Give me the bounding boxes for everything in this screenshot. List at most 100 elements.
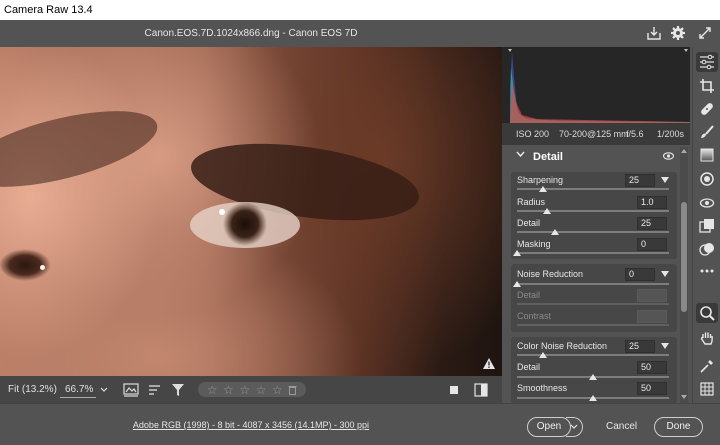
- noise-detail-value: [637, 289, 667, 302]
- star-icon[interactable]: ☆: [207, 384, 218, 396]
- panel-scrollbar[interactable]: [680, 147, 688, 403]
- sharpening-slider-thumb[interactable]: [539, 186, 547, 192]
- star-icon[interactable]: ☆: [239, 384, 250, 396]
- noise-detail-label: Detail: [517, 290, 541, 300]
- masking-slider-thumb[interactable]: [513, 250, 521, 256]
- trash-icon[interactable]: [288, 385, 297, 395]
- shutter-value: 1/200s: [657, 129, 685, 139]
- edit-icon[interactable]: [696, 52, 718, 72]
- save-icon[interactable]: [646, 25, 662, 41]
- color-detail-slider-thumb[interactable]: [589, 374, 597, 380]
- sort-icon[interactable]: [148, 384, 162, 396]
- hand-icon[interactable]: [699, 330, 715, 346]
- eye-highlight: [219, 209, 225, 215]
- window-title: Camera Raw 13.4: [4, 4, 93, 16]
- histogram: [502, 47, 690, 123]
- sharpening-label: Sharpening: [517, 175, 564, 185]
- open-options-dropdown[interactable]: [566, 417, 583, 437]
- single-view-icon[interactable]: [449, 385, 459, 395]
- done-button[interactable]: Done: [654, 417, 703, 437]
- noise-detail-slider: [517, 303, 669, 305]
- window-title-bar: Camera Raw 13.4: [0, 0, 720, 20]
- star-icon[interactable]: ☆: [223, 384, 234, 396]
- rating-stars[interactable]: ☆ ☆ ☆ ☆ ☆: [198, 382, 306, 397]
- right-eye: [190, 202, 300, 248]
- sharpening-value[interactable]: 25: [625, 174, 655, 187]
- lens-value: 70-200@125 mm: [559, 129, 629, 139]
- aperture-value: f/5.6: [626, 129, 644, 139]
- warning-icon[interactable]: [482, 357, 496, 370]
- noise-reduction-slider[interactable]: [517, 283, 669, 285]
- color-noise-reduction-dropdown-icon[interactable]: [661, 343, 669, 349]
- color-noise-reduction-value[interactable]: 25: [625, 340, 655, 353]
- brush-icon[interactable]: [699, 124, 715, 140]
- color-noise-reduction-label: Color Noise Reduction: [517, 341, 608, 351]
- zoom-level-select[interactable]: 66.7%: [65, 376, 93, 403]
- star-icon[interactable]: ☆: [272, 384, 283, 396]
- visibility-eye-icon[interactable]: [663, 152, 674, 160]
- zoom-icon[interactable]: [696, 303, 718, 323]
- sharpening-detail-slider[interactable]: [517, 231, 669, 233]
- before-after-icon[interactable]: [474, 383, 488, 397]
- masking-label: Masking: [517, 239, 551, 249]
- color-sampler-icon[interactable]: [699, 358, 715, 374]
- image-toolbar: Fit (13.2%) 66.7% ☆ ☆ ☆ ☆ ☆: [0, 376, 502, 403]
- healing-icon[interactable]: [699, 101, 715, 117]
- radius-slider[interactable]: [517, 210, 669, 212]
- scrollbar-thumb[interactable]: [681, 202, 687, 312]
- iso-value: ISO 200: [516, 129, 550, 139]
- red-eye-icon[interactable]: [699, 195, 715, 211]
- star-icon[interactable]: ☆: [256, 384, 267, 396]
- zoom-underline: [60, 397, 96, 398]
- sharpening-detail-label: Detail: [517, 218, 541, 228]
- sharpening-detail-slider-thumb[interactable]: [551, 229, 559, 235]
- fullscreen-icon[interactable]: [697, 25, 713, 41]
- grid-icon[interactable]: [699, 381, 715, 397]
- snapshots-icon[interactable]: [699, 218, 715, 234]
- color-noise-reduction-slider-thumb[interactable]: [539, 352, 547, 358]
- open-button[interactable]: Open: [527, 417, 571, 437]
- radius-value[interactable]: 1.0: [637, 196, 667, 209]
- left-eye-highlight: [40, 265, 45, 270]
- footer-bar: Adobe RGB (1998) - 8 bit - 4087 x 3456 (…: [0, 403, 720, 445]
- color-detail-value[interactable]: 50: [637, 361, 667, 374]
- noise-reduction-slider-thumb[interactable]: [513, 281, 521, 287]
- chevron-down-icon[interactable]: [100, 387, 108, 393]
- radial-filter-icon[interactable]: [699, 171, 715, 187]
- workflow-options-link[interactable]: Adobe RGB (1998) - 8 bit - 4087 x 3456 (…: [133, 420, 369, 430]
- detail-section-title: Detail: [533, 151, 563, 163]
- masking-value[interactable]: 0: [637, 238, 667, 251]
- left-eye: [0, 247, 60, 282]
- noise-reduction-value[interactable]: 0: [625, 268, 655, 281]
- presets-icon[interactable]: [699, 241, 715, 257]
- sharpening-dropdown-icon[interactable]: [661, 177, 669, 183]
- sharpening-detail-value[interactable]: 25: [637, 217, 667, 230]
- smoothness-label: Smoothness: [517, 383, 568, 393]
- workflow-options: Adobe RGB (1998) - 8 bit - 4087 x 3456 (…: [0, 420, 502, 430]
- cancel-button[interactable]: Cancel: [606, 417, 637, 437]
- smoothness-slider-thumb[interactable]: [589, 395, 597, 401]
- smoothness-value[interactable]: 50: [637, 382, 667, 395]
- header-bar: Canon.EOS.7D.1024x866.dng - Canon EOS 7D: [0, 20, 720, 47]
- noise-contrast-slider: [517, 324, 669, 326]
- more-icon[interactable]: [699, 263, 715, 279]
- filter-icon[interactable]: [171, 383, 185, 397]
- chevron-down-icon[interactable]: [516, 151, 525, 158]
- crop-icon[interactable]: [699, 78, 715, 94]
- scroll-down-icon[interactable]: [681, 395, 687, 399]
- graduated-filter-icon[interactable]: [699, 147, 715, 163]
- radius-slider-thumb[interactable]: [543, 208, 551, 214]
- noise-reduction-dropdown-icon[interactable]: [661, 271, 669, 277]
- color-detail-label: Detail: [517, 362, 541, 372]
- toggle-sampler-overlay-icon[interactable]: [123, 383, 139, 397]
- fit-zoom-button[interactable]: Fit (13.2%): [8, 376, 57, 403]
- gear-icon[interactable]: [670, 25, 686, 41]
- masking-slider[interactable]: [517, 252, 669, 254]
- noise-reduction-label: Noise Reduction: [517, 269, 584, 279]
- scroll-up-icon[interactable]: [681, 149, 687, 153]
- image-preview[interactable]: [0, 47, 502, 376]
- tool-strip: [692, 47, 720, 403]
- detail-section-header[interactable]: Detail: [503, 145, 677, 169]
- noise-contrast-value: [637, 310, 667, 323]
- left-eyebrow: [0, 95, 165, 203]
